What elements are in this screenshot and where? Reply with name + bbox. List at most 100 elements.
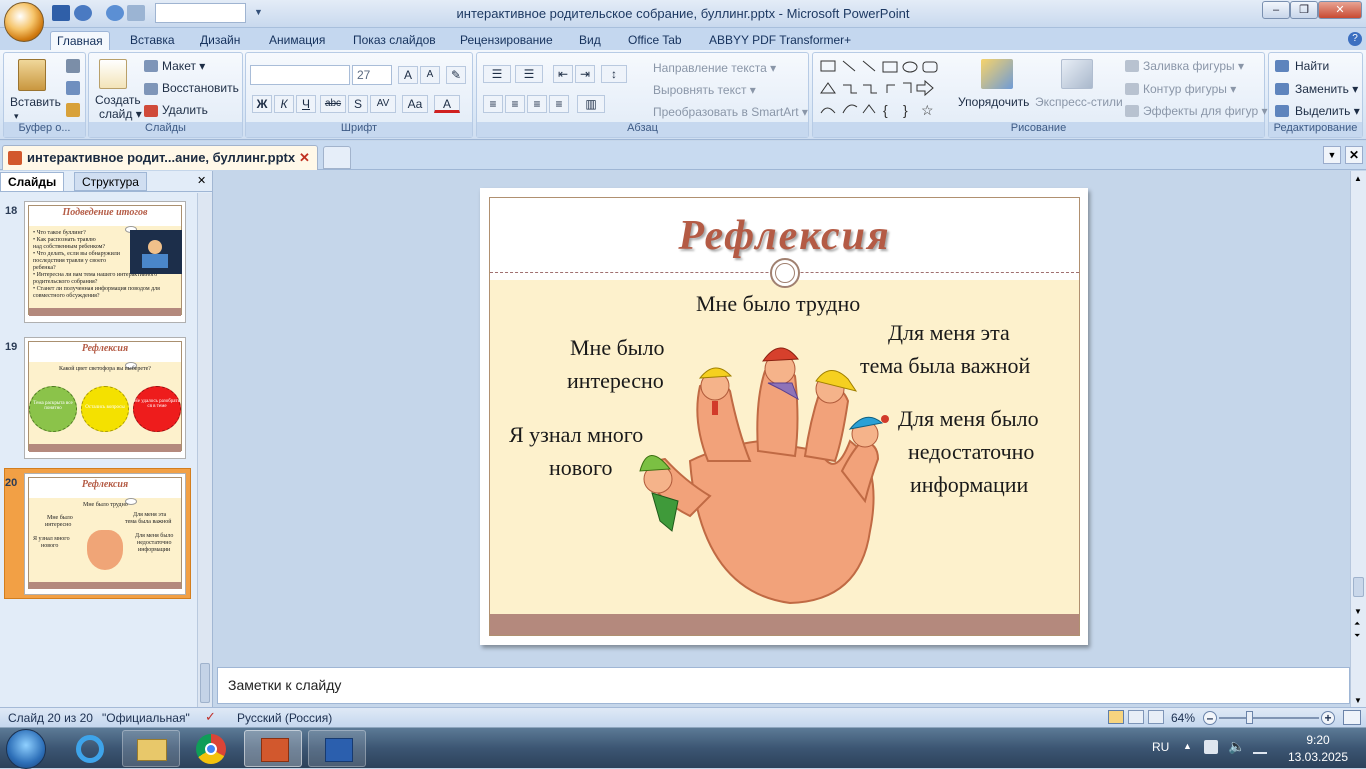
chrome-taskbar-icon[interactable] [182,730,240,767]
shape-effects-button[interactable]: Эффекты для фигур ▾ [1143,104,1268,118]
zoom-in-icon[interactable]: + [1321,711,1335,725]
prev-slide-icon[interactable]: ⏶ [1354,619,1360,629]
new-slide-icon[interactable] [99,59,127,89]
copy-icon[interactable] [66,81,80,95]
decrease-indent-button[interactable]: ⇤ [553,65,573,83]
shapes-gallery[interactable]: { } ☆ [817,57,951,119]
label-learned-1[interactable]: Я узнал много [509,419,643,451]
align-right-button[interactable]: ≡ [527,95,547,113]
label-notenough-1[interactable]: Для меня было [898,403,1039,435]
language-indicator[interactable]: Русский (Россия) [237,711,332,725]
powerpoint-taskbar-icon[interactable] [244,730,302,767]
shape-fill-button[interactable]: Заливка фигуры ▾ [1143,59,1244,73]
increase-indent-button[interactable]: ⇥ [575,65,595,83]
ie-taskbar-icon[interactable] [62,730,120,767]
sorter-view-icon[interactable] [1128,710,1144,724]
label-interesting-1[interactable]: Мне было [570,332,665,364]
cut-icon[interactable] [66,59,80,73]
reset-button[interactable]: Восстановить [162,81,239,95]
scroll-up-icon[interactable]: ▲ [1354,174,1362,183]
close-doc-icon[interactable]: ✕ [1345,146,1363,164]
bold-button[interactable]: Ж [252,95,272,113]
font-size-field[interactable]: 27 [352,65,392,85]
shrink-font-button[interactable]: A [420,66,440,84]
layout-button[interactable]: Макет ▾ [162,59,205,73]
label-learned-2[interactable]: нового [549,452,613,484]
pane-scroll-thumb[interactable] [200,663,210,703]
label-important-1[interactable]: Для меня эта [888,317,1010,349]
notes-pane[interactable]: Заметки к слайду [217,667,1350,704]
next-slide-icon[interactable]: ⏷ [1354,631,1360,641]
close-button[interactable]: ✕ [1318,1,1362,19]
show-hidden-icons[interactable]: ▲ [1183,741,1192,751]
align-left-button[interactable]: ≡ [483,95,503,113]
arrange-button[interactable]: Упорядочить [958,95,1029,109]
zoom-thumb[interactable] [1246,711,1253,724]
label-interesting-2[interactable]: интересно [567,365,664,397]
italic-button[interactable]: К [274,95,294,113]
tab-office-tab[interactable]: Office Tab [622,31,688,50]
slide-thumbnail-19[interactable]: Рефлексия Какой цвет светофора вы выбере… [24,337,186,459]
delete-button[interactable]: Удалить [162,103,208,117]
close-tab-icon[interactable]: ✕ [299,150,310,166]
slide-title[interactable]: Рефлексия [490,212,1079,260]
format-painter-icon[interactable] [66,103,80,117]
minimize-button[interactable]: – [1262,1,1290,19]
explorer-taskbar-icon[interactable] [122,730,180,767]
tab-view[interactable]: Вид [573,31,607,50]
signal-icon[interactable] [1253,740,1267,754]
new-slide-menu[interactable]: слайд ▾ [99,107,142,121]
current-slide[interactable]: Рефлексия Мне было трудно Мне было интер… [480,188,1088,645]
tab-insert[interactable]: Вставка [124,31,181,50]
tab-review[interactable]: Рецензирование [454,31,559,50]
label-hard[interactable]: Мне было трудно [696,288,860,320]
tab-animation[interactable]: Анимация [263,31,331,50]
slide-thumbnail-18[interactable]: Подведение итогов • Что такое буллинг? •… [24,201,186,323]
theme-name[interactable]: "Официальная" [102,711,190,725]
slideshow-view-icon[interactable] [1148,710,1164,724]
bullets-button[interactable]: ☰ [483,65,511,83]
font-name-field[interactable] [250,65,350,85]
zoom-level[interactable]: 64% [1171,711,1195,725]
label-important-2[interactable]: тема была важной [860,350,1030,382]
tab-outline[interactable]: Структура [74,172,147,191]
slide-thumbnail-20[interactable]: Рефлексия Мне было трудно Мне было интер… [24,473,186,595]
paste-button[interactable]: Вставить [10,95,61,109]
help-icon[interactable]: ? [1348,32,1362,46]
strike-button[interactable]: abc [320,95,346,113]
zoom-slider[interactable] [1219,717,1319,719]
smartart-button[interactable]: Преобразовать в SmartArt ▾ [653,105,808,119]
scroll-thumb[interactable] [1353,577,1364,597]
maximize-button[interactable]: ❐ [1290,1,1318,19]
pane-scrollbar[interactable] [197,193,212,707]
slide-scrollbar[interactable]: ▲ ▼ ⏶ ⏷ ▼ [1350,171,1366,707]
office-button[interactable] [4,2,44,42]
keyboard-language[interactable]: RU [1152,740,1169,754]
line-spacing-button[interactable]: ↕ [601,65,627,83]
fit-window-icon[interactable] [1343,710,1361,725]
new-tab-button[interactable] [323,146,351,169]
tab-slideshow[interactable]: Показ слайдов [347,31,442,50]
tab-abbyy[interactable]: ABBYY PDF Transformer+ [703,31,857,50]
start-button[interactable] [6,729,46,769]
select-button[interactable]: Выделить ▾ [1295,104,1360,118]
font-color-button[interactable]: A [434,95,460,113]
normal-view-icon[interactable] [1108,710,1124,724]
clock-date[interactable]: 13.03.2025 [1280,750,1356,764]
new-slide-button[interactable]: Создать [95,93,141,107]
tab-list-icon[interactable]: ▼ [1323,146,1341,164]
scroll-down-icon[interactable]: ▼ [1354,607,1362,616]
quick-styles-button[interactable]: Экспресс-стили [1035,95,1123,109]
word-taskbar-icon[interactable] [308,730,366,767]
underline-button[interactable]: Ч [296,95,316,113]
label-notenough-2[interactable]: недостаточно [908,436,1034,468]
spellcheck-icon[interactable]: ✓ [205,709,216,725]
close-pane-icon[interactable]: ✕ [197,174,206,187]
find-button[interactable]: Найти [1295,59,1329,73]
clock-time[interactable]: 9:20 [1288,733,1348,747]
replace-button[interactable]: Заменить ▾ [1295,82,1358,96]
paste-icon[interactable] [18,59,46,91]
text-direction-button[interactable]: Направление текста ▾ [653,61,776,75]
case-button[interactable]: Aa [402,95,428,113]
document-tab[interactable]: интерактивное родит...ание, буллинг.pptx… [2,145,318,170]
